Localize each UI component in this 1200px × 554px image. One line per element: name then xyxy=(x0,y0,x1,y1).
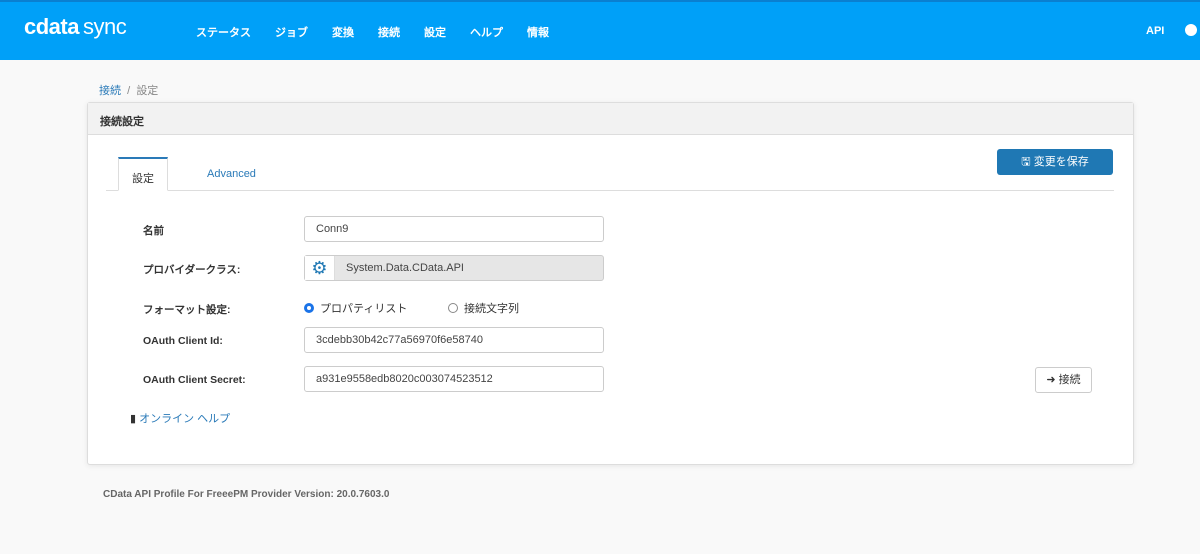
radio-label: プロパティリスト xyxy=(320,303,408,315)
sign-in-icon: ➜ xyxy=(1046,374,1059,386)
nav-settings[interactable]: 設定 xyxy=(424,24,446,40)
connect-button[interactable]: ➜ 接続 xyxy=(1035,367,1092,393)
online-help-link[interactable]: ▮ オンライン ヘルプ xyxy=(130,410,230,426)
nav-api[interactable]: API xyxy=(1146,25,1164,37)
save-button[interactable]: 🖫 変更を保存 xyxy=(997,149,1113,175)
nav-transform[interactable]: 変換 xyxy=(332,24,354,40)
nav-info[interactable]: 情報 xyxy=(527,24,549,40)
tab-advanced[interactable]: Advanced xyxy=(194,157,269,191)
gear-icon[interactable]: ⚙ xyxy=(305,256,335,280)
breadcrumb-current: 設定 xyxy=(136,85,159,97)
name-input[interactable]: Conn9 xyxy=(304,216,604,242)
connection-settings-panel: 接続設定 設定 Advanced 🖫 変更を保存 名前 Conn9 プロバイダー… xyxy=(87,102,1134,465)
nav-help[interactable]: ヘルプ xyxy=(470,24,503,40)
client-secret-input[interactable]: a931e9558edb8020c003074523512 xyxy=(304,366,604,392)
tab-bar: 設定 Advanced xyxy=(106,157,1114,191)
provider-value: System.Data.CData.API xyxy=(346,262,464,274)
client-id-input[interactable]: 3cdebb30b42c77a56970f6e58740 xyxy=(304,327,604,353)
book-icon: ▮ xyxy=(130,413,140,425)
logo-sub: sync xyxy=(82,14,127,39)
provider-input: ⚙ System.Data.CData.API xyxy=(304,255,604,281)
user-icon[interactable] xyxy=(1185,24,1197,36)
breadcrumb-connections[interactable]: 接続 xyxy=(99,85,121,97)
radio-label: 接続文字列 xyxy=(464,303,519,315)
client-id-label: OAuth Client Id: xyxy=(143,335,223,347)
provider-version: CData API Profile For FreeePM Provider V… xyxy=(103,489,390,500)
help-label: オンライン ヘルプ xyxy=(139,413,231,425)
save-label: 変更を保存 xyxy=(1033,156,1089,168)
radio-connection-string[interactable]: 接続文字列 xyxy=(448,300,519,316)
panel-title: 接続設定 xyxy=(88,103,1133,135)
nav-status[interactable]: ステータス xyxy=(196,24,251,40)
breadcrumb: 接続 / 設定 xyxy=(99,82,158,98)
breadcrumb-separator: / xyxy=(127,85,131,97)
top-nav: cdata sync ステータス ジョブ 変換 接続 設定 ヘルプ 情報 API xyxy=(0,0,1200,60)
connect-label: 接続 xyxy=(1058,374,1081,386)
radio-unchecked-icon xyxy=(448,303,458,313)
name-label: 名前 xyxy=(143,225,164,237)
main-menu: ステータス ジョブ 変換 接続 設定 ヘルプ 情報 xyxy=(196,24,573,40)
nav-connections[interactable]: 接続 xyxy=(378,24,400,40)
logo-text: cdata xyxy=(24,14,79,39)
nav-jobs[interactable]: ジョブ xyxy=(275,24,308,40)
save-icon: 🖫 xyxy=(1021,156,1034,168)
tab-settings[interactable]: 設定 xyxy=(118,157,168,191)
radio-checked-icon xyxy=(304,303,314,313)
client-secret-label: OAuth Client Secret: xyxy=(143,374,246,386)
provider-label: プロバイダークラス: xyxy=(143,264,241,276)
format-label: フォーマット設定: xyxy=(143,304,231,316)
logo[interactable]: cdata sync xyxy=(24,14,127,40)
radio-property-list[interactable]: プロパティリスト xyxy=(304,300,407,316)
